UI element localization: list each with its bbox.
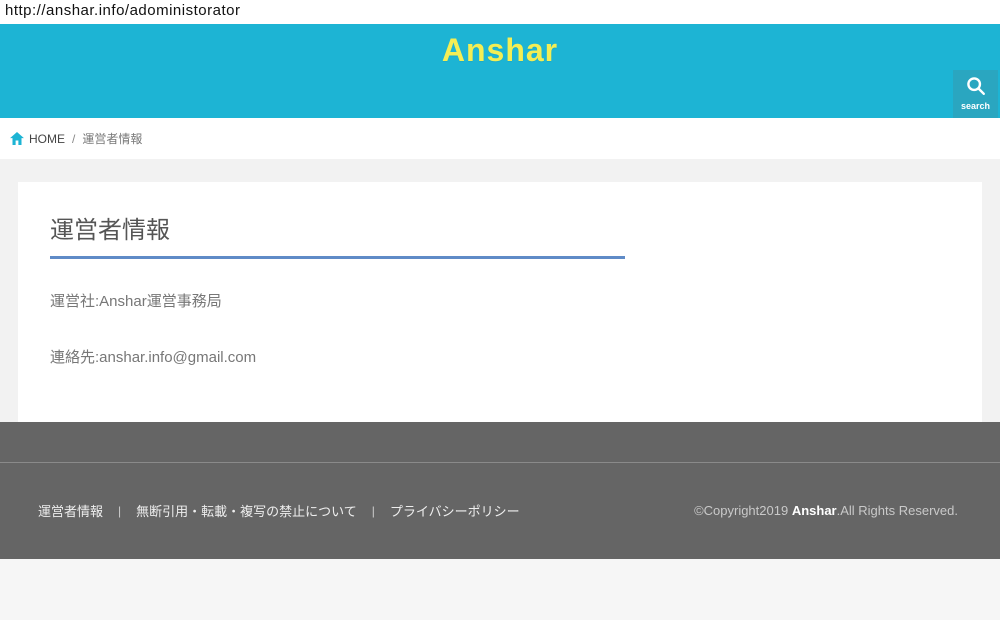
page-title: 運営者情報 (50, 216, 950, 246)
breadcrumb: HOME / 運営者情報 (0, 118, 1000, 159)
breadcrumb-separator: / (72, 132, 75, 146)
copyright-notice: ©Copyright2019 Anshar.All Rights Reserve… (694, 503, 958, 518)
search-button-label: search (961, 101, 990, 111)
home-icon (10, 132, 24, 145)
title-underline (50, 256, 625, 259)
breadcrumb-home-link[interactable]: HOME (29, 132, 65, 146)
footer-nav: 運営者情報 | 無断引用・転載・複写の禁止について | プライバシーポリシー (38, 501, 520, 520)
footer-link-no-reproduction[interactable]: 無断引用・転載・複写の禁止について (136, 501, 357, 520)
site-footer: 運営者情報 | 無断引用・転載・複写の禁止について | プライバシーポリシー ©… (0, 422, 1000, 559)
url-bar[interactable]: http://anshar.info/adoministorator (0, 0, 1000, 24)
contact-email-line: 連絡先:anshar.info@gmail.com (50, 346, 950, 367)
copyright-prefix: ©Copyright2019 (694, 503, 792, 518)
breadcrumb-current-page: 運営者情報 (82, 130, 142, 147)
site-logo[interactable]: Anshar (0, 24, 1000, 69)
footer-link-privacy-policy[interactable]: プライバシーポリシー (390, 501, 520, 520)
footer-link-operator-info[interactable]: 運営者情報 (38, 501, 103, 520)
footer-link-separator: | (118, 504, 121, 518)
footer-bottom-band: 運営者情報 | 無断引用・転載・複写の禁止について | プライバシーポリシー ©… (0, 463, 1000, 558)
bottom-spacer (0, 559, 1000, 620)
site-header: Anshar search (0, 24, 1000, 118)
operator-company-line: 運営社:Anshar運営事務局 (50, 290, 950, 311)
magnifier-icon (965, 75, 987, 100)
footer-link-separator: | (372, 504, 375, 518)
content-card: 運営者情報 運営社:Anshar運営事務局 連絡先:anshar.info@gm… (18, 182, 982, 422)
footer-top-band (0, 422, 1000, 463)
main-background: 運営者情報 運営社:Anshar運営事務局 連絡先:anshar.info@gm… (0, 159, 1000, 422)
copyright-suffix: .All Rights Reserved. (837, 503, 958, 518)
copyright-brand: Anshar (792, 503, 837, 518)
search-button[interactable]: search (953, 70, 998, 118)
page: http://anshar.info/adoministorator Ansha… (0, 0, 1000, 620)
